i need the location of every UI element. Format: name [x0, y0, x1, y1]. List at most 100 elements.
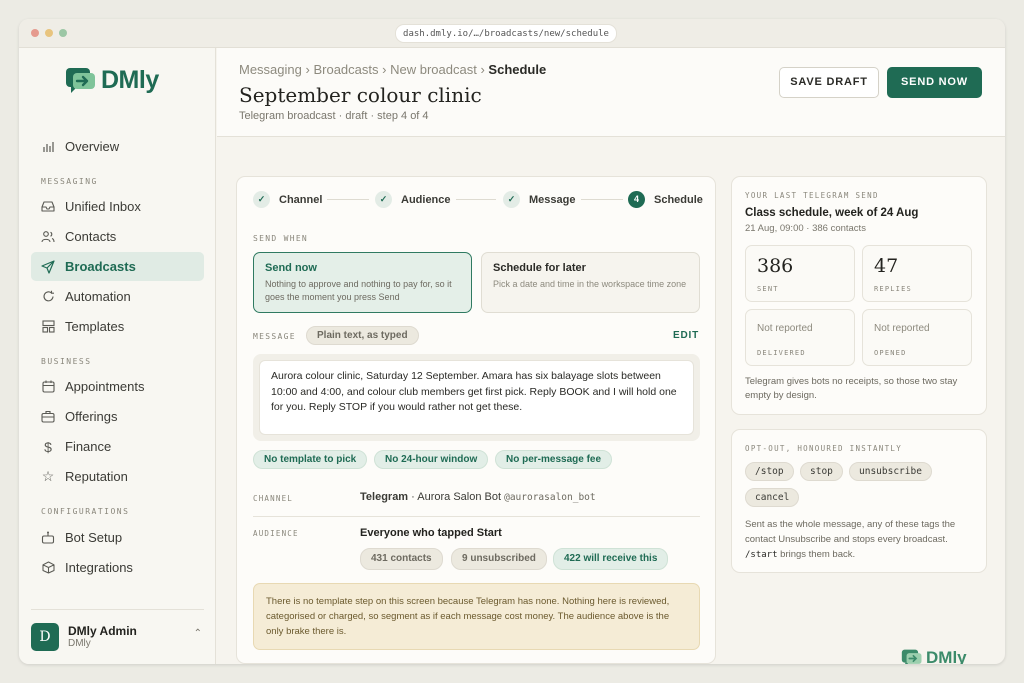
feature-chip: No template to pick: [253, 450, 368, 469]
sidebar-item-label: Appointments: [65, 379, 145, 394]
stat-label: DELIVERED: [757, 349, 806, 357]
stat-label: REPLIES: [874, 285, 912, 293]
page-header: Messaging › Broadcasts › New broadcast ›…: [217, 48, 1005, 137]
stat-delivered: Not reported DELIVERED: [745, 309, 855, 366]
url-bar[interactable]: dash.dmly.io/…/broadcasts/new/schedule: [395, 24, 617, 43]
logo-text: DMly: [101, 66, 159, 94]
layout-icon: [41, 320, 55, 334]
stat-value: 386: [757, 255, 794, 277]
breadcrumb-new-broadcast[interactable]: New broadcast: [390, 62, 477, 77]
optout-tag: cancel: [745, 488, 800, 507]
breadcrumb-separator: ›: [305, 62, 310, 77]
bot-icon: [41, 531, 55, 545]
option-description: Nothing to approve and nothing to pay fo…: [265, 279, 452, 302]
sidebar-item-unified-inbox[interactable]: Unified Inbox: [31, 192, 204, 221]
channel-value: Telegram · Aurora Salon Bot @aurorasalon…: [360, 491, 596, 503]
step-label: Channel: [279, 193, 323, 206]
sidebar-item-offerings[interactable]: Offerings: [31, 402, 204, 431]
page-title: September colour clinic: [239, 83, 482, 107]
optout-tag: stop: [800, 462, 843, 481]
send-now-button[interactable]: SEND NOW: [887, 67, 982, 98]
schedule-later-option[interactable]: Schedule for later Pick a date and time …: [481, 252, 700, 313]
logo-icon: [901, 649, 922, 664]
stat-value: Not reported: [874, 323, 930, 334]
last-send-meta: 21 Aug, 09:00 · 386 contacts: [745, 223, 866, 234]
sidebar-item-contacts[interactable]: Contacts: [31, 222, 204, 251]
footer-logo: DMly: [901, 648, 967, 664]
info-note: There is no template step on this screen…: [253, 583, 700, 650]
breadcrumb-current: Schedule: [488, 62, 547, 77]
calendar-icon: [41, 380, 55, 394]
optout-card: OPT-OUT, HONOURED INSTANTLY /stop stop u…: [731, 429, 987, 573]
briefcase-icon: [41, 410, 55, 424]
option-title: Send now: [265, 262, 317, 274]
option-description: Pick a date and time in the workspace ti…: [493, 279, 687, 289]
logo-icon: [66, 67, 95, 93]
bar-chart-icon: [41, 140, 55, 154]
bot-handle: @aurorasalon_bot: [504, 492, 596, 503]
sidebar-item-reputation[interactable]: ☆ Reputation: [31, 462, 204, 491]
feature-chip: No 24-hour window: [374, 450, 489, 469]
sidebar-item-label: Overview: [65, 139, 120, 154]
send-now-option[interactable]: Send now Nothing to approve and nothing …: [253, 252, 472, 313]
optout-start-text: brings them back.: [780, 549, 856, 560]
audience-row-label: AUDIENCE: [253, 529, 299, 538]
step-connector: [327, 199, 369, 200]
dollar-icon: $: [44, 438, 52, 455]
sidebar-item-templates[interactable]: Templates: [31, 312, 204, 341]
refresh-icon: [41, 290, 55, 304]
brand-logo[interactable]: DMly: [65, 66, 159, 95]
sidebar-item-label: Broadcasts: [65, 259, 136, 274]
step-message[interactable]: ✓ Message: [503, 191, 575, 208]
user-menu[interactable]: D DMly Admin DMly ⌃: [31, 609, 204, 664]
close-dot[interactable]: [31, 29, 39, 37]
optout-label: OPT-OUT, HONOURED INSTANTLY: [745, 444, 903, 453]
check-icon: ✓: [375, 191, 392, 208]
divider: [253, 516, 700, 517]
sidebar-item-overview[interactable]: Overview: [31, 132, 204, 161]
stat-value: 47: [874, 255, 899, 277]
sidebar-item-automation[interactable]: Automation: [31, 282, 204, 311]
send-when-label: SEND WHEN: [253, 234, 309, 243]
sidebar-item-bot-setup[interactable]: Bot Setup: [31, 523, 204, 552]
step-number: 4: [628, 191, 645, 208]
step-channel[interactable]: ✓ Channel: [253, 191, 322, 208]
channel-name: Telegram: [360, 491, 409, 503]
stat-label: OPENED: [874, 349, 907, 357]
step-audience[interactable]: ✓ Audience: [375, 191, 451, 208]
optout-tag: /stop: [745, 462, 794, 481]
optout-tag: unsubscribe: [849, 462, 932, 481]
broadcast-form-card: ✓ Channel ✓ Audience ✓ Message 4 Schedul…: [236, 176, 716, 664]
sidebar-item-broadcasts[interactable]: Broadcasts: [31, 252, 204, 281]
message-preview: Aurora colour clinic, Saturday 12 Septem…: [253, 354, 700, 441]
breadcrumb-messaging[interactable]: Messaging: [239, 62, 302, 77]
sidebar-item-label: Bot Setup: [65, 530, 123, 545]
contacts-count-badge: 431 contacts: [360, 548, 443, 570]
chevron-updown-icon: ⌃: [193, 628, 202, 639]
stat-opened: Not reported OPENED: [862, 309, 972, 366]
breadcrumb: Messaging › Broadcasts › New broadcast ›…: [239, 62, 546, 77]
users-icon: [41, 230, 55, 244]
maximize-dot[interactable]: [59, 29, 67, 37]
save-draft-button[interactable]: SAVE DRAFT: [779, 67, 879, 98]
inbox-icon: [41, 200, 55, 214]
avatar: D: [31, 623, 59, 651]
option-title: Schedule for later: [493, 262, 586, 274]
section-label-messaging: MESSAGING: [41, 177, 98, 186]
sidebar-item-appointments[interactable]: Appointments: [31, 372, 204, 401]
breadcrumb-broadcasts[interactable]: Broadcasts: [313, 62, 378, 77]
step-connector: [456, 199, 496, 200]
step-label: Schedule: [654, 193, 703, 206]
step-schedule[interactable]: 4 Schedule: [628, 191, 703, 208]
check-icon: ✓: [503, 191, 520, 208]
sidebar: DMly Overview MESSAGING Unified Inbox Co…: [19, 48, 216, 664]
last-send-footnote: Telegram gives bots no receipts, so thos…: [745, 376, 958, 401]
edit-message-link[interactable]: EDIT: [673, 330, 699, 341]
minimize-dot[interactable]: [45, 29, 53, 37]
sidebar-item-label: Contacts: [65, 229, 117, 244]
last-send-title: Class schedule, week of 24 Aug: [745, 207, 919, 219]
star-icon: ☆: [41, 468, 55, 484]
sidebar-item-integrations[interactable]: Integrations: [31, 553, 204, 582]
sidebar-item-finance[interactable]: $ Finance: [31, 432, 204, 461]
breadcrumb-separator: ›: [480, 62, 485, 77]
